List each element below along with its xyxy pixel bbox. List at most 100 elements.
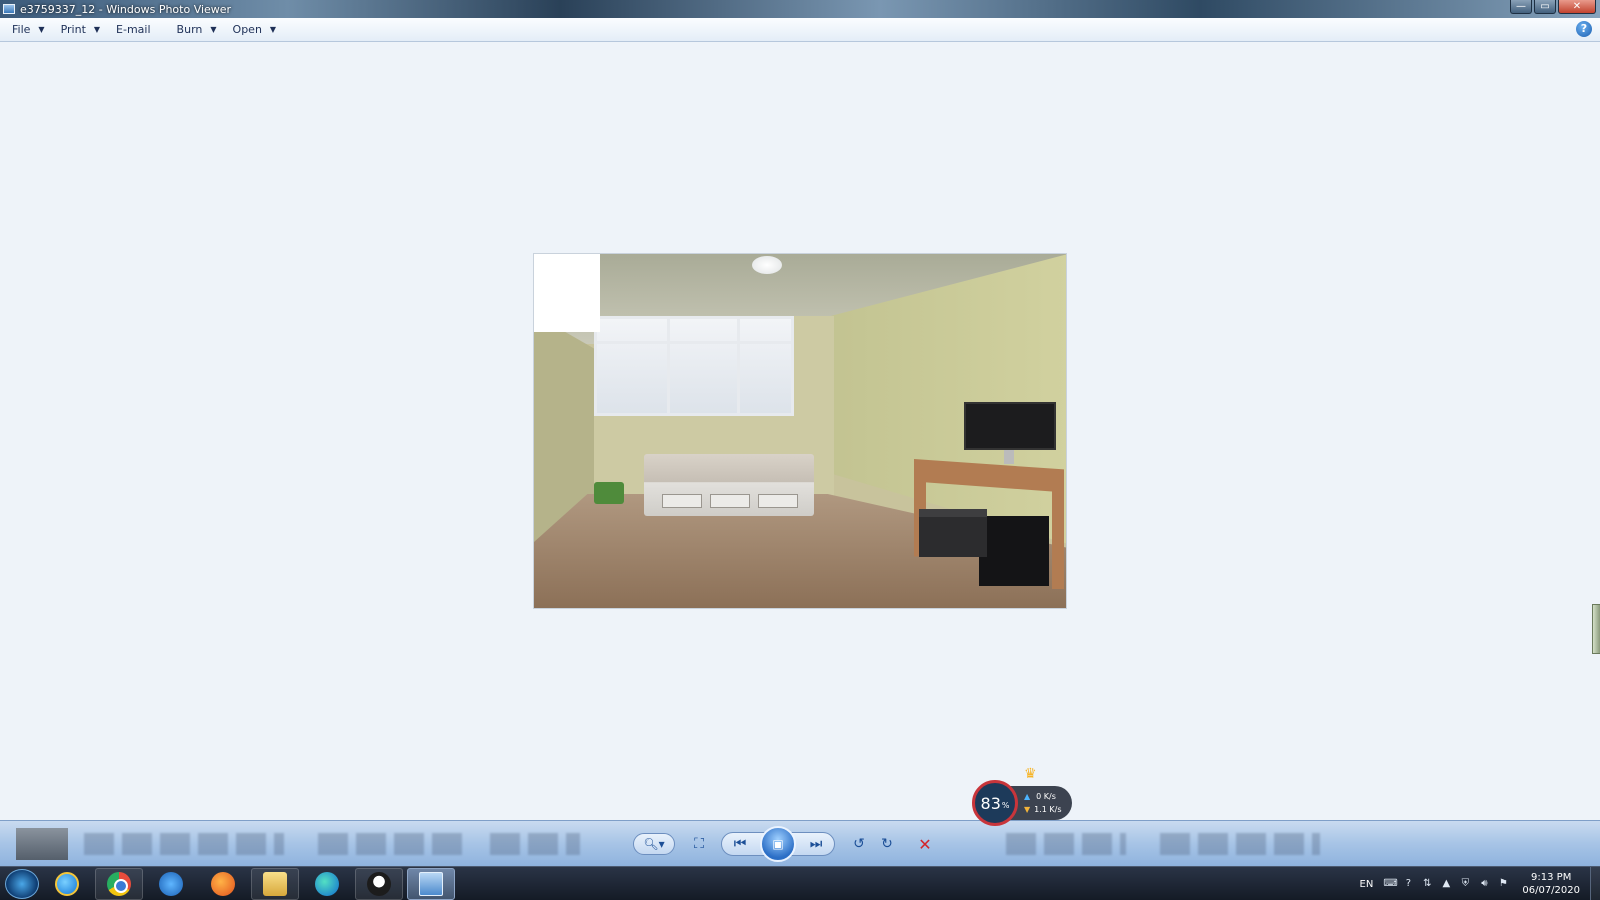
next-button[interactable]: ⏭ xyxy=(802,832,830,856)
chevron-down-icon: ▼ xyxy=(38,25,45,34)
help-icon[interactable]: ? xyxy=(1576,21,1592,37)
rotate-counterclockwise-button[interactable]: ↺ xyxy=(845,832,873,856)
photo-viewer-icon xyxy=(419,871,443,896)
chevron-down-icon: ▼ xyxy=(269,25,277,34)
photo-window xyxy=(594,316,794,416)
minimize-button[interactable]: — xyxy=(1510,0,1532,14)
window-transom xyxy=(597,341,791,344)
blurred-file-info xyxy=(1006,833,1126,855)
chrome-icon xyxy=(107,871,131,896)
ceiling-lamp xyxy=(752,256,782,274)
clock-time: 9:13 PM xyxy=(1531,872,1572,883)
chevron-down-icon: ▼ xyxy=(93,25,101,34)
menu-file-label: File xyxy=(12,23,31,36)
close-button[interactable]: ✕ xyxy=(1558,0,1596,14)
show-hidden-icons-icon[interactable]: ▲ xyxy=(1440,878,1452,890)
upload-speed: 0 K/s xyxy=(1036,792,1056,801)
menu-open[interactable]: Open ▼ xyxy=(233,23,277,36)
previous-button[interactable]: ⏮ xyxy=(726,832,754,856)
actual-size-button[interactable]: ⛶ xyxy=(685,832,713,856)
title-bar[interactable]: e3759337_12 - Windows Photo Viewer — ▭ ✕ xyxy=(0,0,1600,18)
taskbar-ie[interactable] xyxy=(43,868,91,900)
rotate-controls: ↺ ↻ xyxy=(845,832,901,856)
taskbar-explorer[interactable] xyxy=(251,867,299,900)
gauge-percent: 83 xyxy=(980,793,1001,813)
window-title: e3759337_12 - Windows Photo Viewer xyxy=(20,2,232,16)
delete-icon: ✕ xyxy=(918,834,932,854)
taskbar-qq[interactable] xyxy=(355,867,403,900)
delete-button[interactable]: ✕ xyxy=(911,832,939,856)
monitor-stand xyxy=(1004,450,1014,464)
edge-icon xyxy=(315,871,339,896)
photo-monitor xyxy=(964,402,1056,450)
menu-file[interactable]: File ▼ xyxy=(12,23,45,36)
volume-icon[interactable]: 🔊︎ xyxy=(1478,878,1490,890)
side-gadget-handle[interactable] xyxy=(1592,604,1600,654)
chevron-down-icon: ▼ xyxy=(210,25,217,34)
menu-print[interactable]: Print ▼ xyxy=(61,23,100,36)
viewer-control-bar: 🔍︎▾ ⛶ ⏮ ▣ ⏭ ↺ ↻ ✕ xyxy=(0,820,1600,866)
blurred-file-info xyxy=(490,833,580,855)
menu-burn[interactable]: Burn ▼ xyxy=(177,23,217,36)
info-thumbnail xyxy=(16,828,68,860)
green-stool xyxy=(594,482,624,504)
menu-open-label: Open xyxy=(232,23,262,36)
next-icon: ⏭ xyxy=(809,836,823,852)
photo-viewer-app-icon xyxy=(3,4,15,14)
menu-bar: File ▼ Print ▼ E-mail Burn ▼ Open ▼ ? xyxy=(0,18,1600,42)
security-shield-icon[interactable]: ⛨ xyxy=(1459,878,1471,890)
clock[interactable]: 9:13 PM 06/07/2020 xyxy=(1522,871,1580,897)
network-activity-icon[interactable]: ⇅ xyxy=(1421,878,1433,890)
previous-icon: ⏮ xyxy=(733,836,747,852)
gauge-percent-unit: % xyxy=(1001,800,1010,810)
playback-controls: 🔍︎▾ ⛶ ⏮ ▣ ⏭ ↺ ↻ ✕ xyxy=(633,825,967,863)
taskbar-chrome[interactable] xyxy=(95,867,143,900)
taskbar-firefox[interactable] xyxy=(199,868,247,900)
menu-email-label: E-mail xyxy=(116,23,151,36)
taskbar-photo-viewer[interactable] xyxy=(407,867,455,900)
magnifier-icon: 🔍︎▾ xyxy=(643,837,665,851)
photo-bed xyxy=(644,454,814,516)
maximize-button[interactable]: ▭ xyxy=(1534,0,1556,14)
internet-explorer-icon xyxy=(55,871,79,896)
blurred-file-info xyxy=(84,833,284,855)
upload-arrow-icon: ▲ xyxy=(1024,792,1031,801)
keyboard-icon[interactable]: ⌨ xyxy=(1383,878,1397,890)
bed-drawer xyxy=(662,494,702,508)
rotate-clockwise-button[interactable]: ↻ xyxy=(873,832,901,856)
action-center-icon[interactable]: ⚑ xyxy=(1497,878,1509,890)
system-tray: EN ⌨ ? ⇅ ▲ ⛨ 🔊︎ ⚑ 9:13 PM 06/07/2020 xyxy=(1360,867,1600,900)
actual-size-icon: ⛶ xyxy=(694,836,704,852)
clock-date: 06/07/2020 xyxy=(1522,885,1580,896)
slideshow-button[interactable]: ▣ xyxy=(760,826,796,862)
photo-printer xyxy=(919,509,987,557)
rotate-clockwise-icon: ↻ xyxy=(881,836,893,852)
taskbar-edge[interactable] xyxy=(303,868,351,900)
bed-drawer xyxy=(710,494,750,508)
slideshow-icon: ▣ xyxy=(772,837,784,851)
taskbar: EN ⌨ ? ⇅ ▲ ⛨ 🔊︎ ⚑ 9:13 PM 06/07/2020 xyxy=(0,866,1600,900)
taskbar-ie-2[interactable] xyxy=(147,868,195,900)
bed-drawer xyxy=(758,494,798,508)
zoom-button[interactable]: 🔍︎▾ xyxy=(633,833,675,855)
displayed-photo xyxy=(533,253,1067,609)
show-desktop-button[interactable] xyxy=(1590,867,1600,900)
window-mullion xyxy=(737,319,740,413)
rotate-counterclockwise-icon: ↺ xyxy=(853,836,865,852)
firefox-icon xyxy=(211,871,235,896)
photo-blank-patch xyxy=(534,254,600,332)
blurred-file-info xyxy=(318,833,468,855)
menu-burn-label: Burn xyxy=(176,23,203,36)
blurred-file-info xyxy=(1160,833,1320,855)
menu-print-label: Print xyxy=(60,23,86,36)
download-arrow-icon: ▼ xyxy=(1024,805,1031,814)
start-button[interactable] xyxy=(5,868,39,899)
computer-tower xyxy=(979,516,1049,586)
menu-email[interactable]: E-mail xyxy=(116,23,151,36)
internet-explorer-icon xyxy=(159,871,183,896)
download-speed: 1.1 K/s xyxy=(1034,805,1062,814)
image-viewer-area xyxy=(0,42,1600,820)
memory-gauge: 83 % xyxy=(972,780,1018,826)
language-indicator[interactable]: EN xyxy=(1360,879,1374,890)
help-tray-icon[interactable]: ? xyxy=(1402,878,1414,890)
